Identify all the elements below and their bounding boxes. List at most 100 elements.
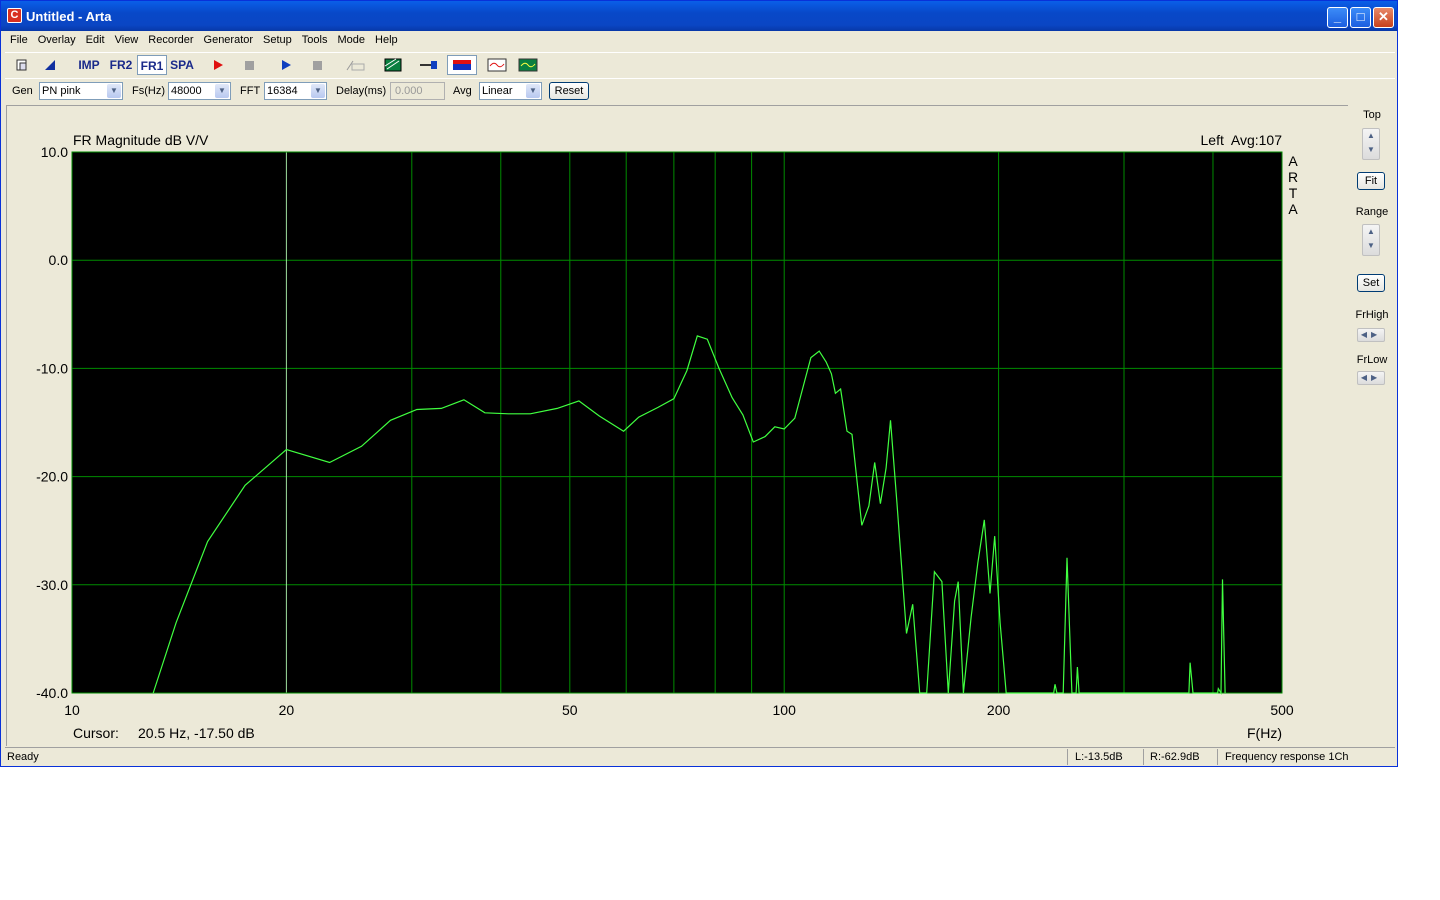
- menu-view[interactable]: View: [110, 32, 144, 48]
- y-tick-label: 10.0: [41, 144, 68, 160]
- frequency-response-chart[interactable]: FR Magnitude dB V/V Left Avg:107 ARTA 10…: [7, 106, 1348, 746]
- gen-label: Gen: [12, 85, 33, 97]
- cursor-readout: 20.5 Hz, -17.50 dB: [138, 725, 255, 741]
- chevron-down-icon: ▼: [526, 84, 540, 98]
- frhigh-label: FrHigh: [1355, 309, 1389, 321]
- frlow-spinner[interactable]: ◀▶: [1357, 371, 1385, 385]
- range-spinner[interactable]: ▲ ▼: [1362, 224, 1380, 256]
- brand-letter: A: [1288, 153, 1298, 169]
- x-tick-label: 500: [1270, 702, 1294, 718]
- menu-setup[interactable]: Setup: [258, 32, 297, 48]
- x-tick-label: 50: [562, 702, 578, 718]
- grid-icon: [384, 58, 402, 72]
- close-button[interactable]: ✕: [1373, 7, 1394, 28]
- fit-button[interactable]: Fit: [1357, 172, 1385, 190]
- chevron-right-icon: ▶: [1371, 330, 1382, 339]
- open-button[interactable]: [41, 55, 59, 75]
- menu-help[interactable]: Help: [370, 32, 403, 48]
- stop-icon: [245, 61, 254, 70]
- plot-background[interactable]: [72, 152, 1282, 693]
- set-button[interactable]: Set: [1357, 274, 1385, 292]
- x-tick-label: 100: [773, 702, 797, 718]
- menu-tools[interactable]: Tools: [297, 32, 333, 48]
- probe-button[interactable]: [417, 55, 441, 75]
- x-tick-label: 200: [987, 702, 1011, 718]
- chevron-down-icon: ▼: [311, 84, 325, 98]
- y-tick-label: -10.0: [36, 360, 68, 376]
- curve-red-button[interactable]: [485, 55, 509, 75]
- main-window: C Untitled - Arta _ □ ✕ File Overlay Edit V…: [0, 0, 1398, 767]
- stop-record-button[interactable]: [240, 55, 258, 75]
- x-axis-unit: F(Hz): [1247, 725, 1282, 741]
- fft-label: FFT: [240, 85, 261, 97]
- close-icon: ✕: [1378, 9, 1389, 24]
- new-button[interactable]: [13, 55, 31, 75]
- status-bar: Ready L:-13.5dB R:-62.9dB Frequency resp…: [5, 747, 1395, 766]
- abc-button[interactable]: [343, 55, 367, 75]
- spa-mode-button[interactable]: SPA: [168, 55, 196, 75]
- status-right-level: R:-62.9dB: [1150, 751, 1200, 763]
- range-label: Range: [1355, 206, 1389, 218]
- fft-size-value: 16384: [267, 85, 298, 97]
- menu-overlay[interactable]: Overlay: [33, 32, 81, 48]
- menu-bar: File Overlay Edit View Recorder Generator Setu…: [5, 32, 403, 50]
- menu-edit[interactable]: Edit: [81, 32, 110, 48]
- chevron-left-icon: ◀: [1360, 373, 1371, 382]
- y-tick-label: 0.0: [49, 252, 69, 268]
- arta-app-icon[interactable]: C: [7, 8, 22, 23]
- menu-generator[interactable]: Generator: [199, 32, 259, 48]
- generator-stop-button[interactable]: [308, 55, 326, 75]
- status-separator: [1143, 749, 1144, 765]
- window-title: Untitled - Arta: [26, 9, 112, 24]
- chart-title: FR Magnitude dB V/V: [73, 132, 209, 148]
- probe-icon: [420, 61, 437, 69]
- impulse-mode-button[interactable]: IMP: [75, 55, 103, 75]
- generator-play-button[interactable]: [277, 55, 295, 75]
- generator-value: PN pink: [42, 85, 81, 97]
- stop-icon: [313, 61, 322, 70]
- reset-button[interactable]: Reset: [549, 82, 589, 100]
- delay-input[interactable]: 0.000: [390, 82, 445, 100]
- x-tick-labels: 10 20 50 100 200 500: [64, 702, 1294, 718]
- fr1-mode-button[interactable]: FR1: [137, 55, 167, 75]
- channel-avg-info: Left Avg:107: [1201, 132, 1283, 148]
- fft-size-select[interactable]: 16384 ▼: [264, 82, 327, 100]
- cursor-label: Cursor:: [73, 725, 119, 741]
- chevron-right-icon: ▶: [1371, 373, 1382, 382]
- y-tick-label: -30.0: [36, 577, 68, 593]
- overlay-button[interactable]: [447, 55, 477, 75]
- avg-label: Avg: [453, 85, 472, 97]
- x-tick-label: 10: [64, 702, 80, 718]
- grid-toggle-button[interactable]: [382, 55, 404, 75]
- y-tick-label: -40.0: [36, 685, 68, 701]
- chevron-up-icon: ▲: [1367, 131, 1375, 140]
- title-bar[interactable]: C Untitled - Arta _ □ ✕: [1, 1, 1397, 31]
- fr2-mode-button[interactable]: FR2: [107, 55, 135, 75]
- menu-mode[interactable]: Mode: [332, 32, 370, 48]
- overlay-icon: [453, 60, 471, 70]
- top-spinner[interactable]: ▲ ▼: [1362, 128, 1380, 160]
- averaging-value: Linear: [482, 85, 513, 97]
- frhigh-spinner[interactable]: ◀▶: [1357, 328, 1385, 342]
- status-separator: [1067, 749, 1068, 765]
- open-icon: [45, 60, 55, 70]
- menu-recorder[interactable]: Recorder: [143, 32, 198, 48]
- generator-select[interactable]: PN pink ▼: [39, 82, 123, 100]
- chevron-down-icon: ▼: [215, 84, 229, 98]
- status-ready: Ready: [7, 751, 39, 763]
- menu-file[interactable]: File: [5, 32, 33, 48]
- y-tick-labels: 10.0 0.0 -10.0 -20.0 -30.0 -40.0: [36, 144, 68, 701]
- brand-letter: A: [1288, 201, 1298, 217]
- maximize-button[interactable]: □: [1350, 7, 1371, 28]
- status-separator: [1217, 749, 1218, 765]
- toolbar: IMP FR2 FR1 SPA: [5, 52, 1395, 77]
- chevron-down-icon: ▼: [1367, 241, 1375, 250]
- frlow-label: FrLow: [1356, 354, 1388, 366]
- curve-green-button[interactable]: [516, 55, 540, 75]
- chevron-up-icon: ▲: [1367, 227, 1375, 236]
- minimize-button[interactable]: _: [1327, 7, 1348, 28]
- averaging-select[interactable]: Linear ▼: [479, 82, 542, 100]
- x-tick-label: 20: [279, 702, 295, 718]
- record-button[interactable]: [209, 55, 227, 75]
- sample-rate-select[interactable]: 48000 ▼: [168, 82, 231, 100]
